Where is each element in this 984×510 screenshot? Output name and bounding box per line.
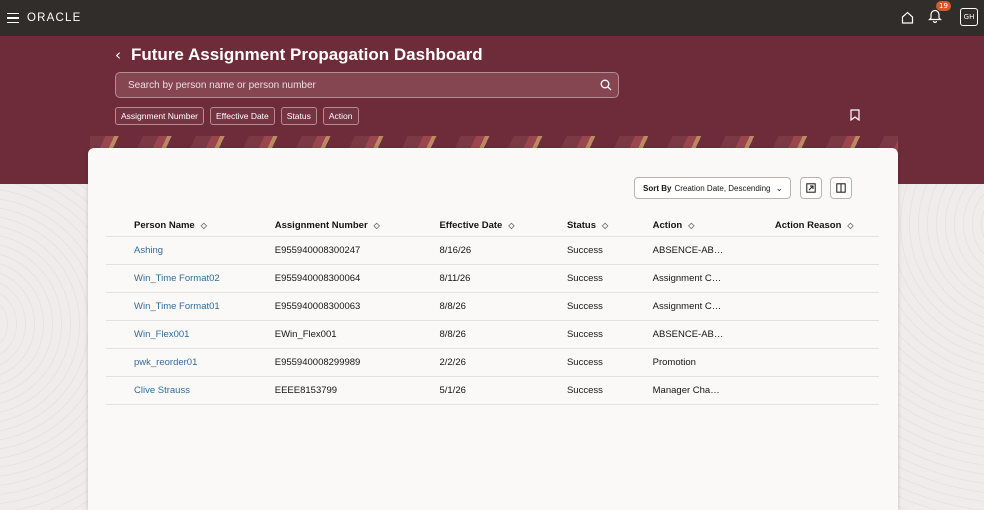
background-decoration-right (898, 184, 984, 510)
home-icon[interactable] (901, 11, 914, 24)
table-row[interactable]: Win_Flex001 EWin_Flex001 8/8/26 Success … (106, 320, 879, 349)
sort-icon: ◇ (508, 220, 515, 230)
action-reason-cell (746, 320, 879, 349)
sort-icon: ◇ (200, 220, 207, 230)
menu-icon[interactable] (7, 12, 19, 24)
column-header-action-reason[interactable]: Action Reason ◇ (746, 214, 879, 237)
sort-icon: ◇ (688, 220, 695, 230)
status-cell: Success (538, 236, 625, 265)
filter-chips: Assignment Number Effective Date Status … (115, 107, 359, 125)
filter-chip-status[interactable]: Status (280, 107, 317, 125)
assignment-number-cell: EEEE8153799 (246, 376, 412, 405)
column-header-effective-date[interactable]: Effective Date ◇ (411, 214, 539, 237)
assignment-number-cell: E955940008300247 (246, 236, 412, 265)
action-cell: ABSENCE-AB… (624, 236, 747, 265)
action-reason-cell (746, 292, 879, 321)
global-header: ORACLE 19 GH (0, 0, 984, 36)
page-header: ‹ Future Assignment Propagation Dashboar… (115, 45, 483, 65)
assignment-number-cell: E955940008300064 (246, 264, 412, 293)
action-cell: Assignment C… (624, 264, 747, 293)
action-reason-cell (746, 264, 879, 293)
table-row[interactable]: Win_Time Format01 E955940008300063 8/8/2… (106, 292, 879, 321)
page-title: Future Assignment Propagation Dashboard (131, 45, 483, 64)
assignment-number-cell: E955940008300063 (246, 292, 412, 321)
table-header-row: Person Name ◇ Assignment Number ◇ Effectiv… (106, 214, 879, 237)
effective-date-cell: 8/11/26 (411, 264, 539, 293)
filter-chip-assignment-number[interactable]: Assignment Number (115, 107, 205, 125)
status-cell: Success (538, 348, 625, 377)
background-decoration-left (0, 184, 88, 510)
assignment-number-cell: EWin_Flex001 (246, 320, 412, 349)
table-row[interactable]: Clive Strauss EEEE8153799 5/1/26 Success… (106, 376, 879, 405)
effective-date-cell: 8/8/26 (411, 292, 539, 321)
export-icon (806, 183, 816, 193)
sort-icon: ◇ (847, 220, 854, 230)
columns-icon (836, 183, 846, 193)
status-cell: Success (538, 264, 625, 293)
export-button[interactable] (800, 177, 822, 199)
search-bar[interactable] (115, 72, 619, 98)
table-row[interactable]: Win_Time Format02 E955940008300064 8/11/… (106, 264, 879, 293)
bookmark-icon[interactable] (850, 109, 860, 121)
notifications-button[interactable]: 19 (928, 1, 951, 26)
table-row[interactable]: pwk_reorder01 E955940008299989 2/2/26 Su… (106, 348, 879, 377)
column-header-action[interactable]: Action ◇ (624, 214, 747, 237)
person-name-link[interactable]: Win_Time Format02 (134, 273, 220, 284)
oracle-logo: ORACLE (27, 12, 82, 24)
action-cell: Assignment C… (624, 292, 747, 321)
action-reason-cell (746, 376, 879, 405)
results-card: Sort By Creation Date, Descending ⌄ Pers… (88, 148, 898, 510)
status-cell: Success (538, 320, 625, 349)
effective-date-cell: 8/16/26 (411, 236, 539, 265)
notification-badge: 19 (936, 1, 951, 11)
column-header-status[interactable]: Status ◇ (538, 214, 625, 237)
sort-label: Sort By (643, 183, 672, 193)
assignment-table: Person Name ◇ Assignment Number ◇ Effectiv… (106, 214, 879, 405)
back-icon[interactable]: ‹ (115, 46, 121, 64)
assignment-number-cell: E955940008299989 (246, 348, 412, 377)
columns-button[interactable] (830, 177, 852, 199)
person-name-link[interactable]: Win_Flex001 (134, 329, 189, 340)
effective-date-cell: 8/8/26 (411, 320, 539, 349)
person-name-link[interactable]: pwk_reorder01 (134, 357, 197, 368)
person-name-link[interactable]: Win_Time Format01 (134, 301, 220, 312)
status-cell: Success (538, 292, 625, 321)
effective-date-cell: 2/2/26 (411, 348, 539, 377)
filter-chip-effective-date[interactable]: Effective Date (210, 107, 275, 125)
action-reason-cell (746, 348, 879, 377)
action-cell: ABSENCE-AB… (624, 320, 747, 349)
filter-chip-action[interactable]: Action (322, 107, 359, 125)
sort-value: Creation Date, Descending (674, 183, 771, 193)
action-cell: Manager Cha… (624, 376, 747, 405)
effective-date-cell: 5/1/26 (411, 376, 539, 405)
sort-dropdown[interactable]: Sort By Creation Date, Descending ⌄ (634, 177, 791, 199)
sort-icon: ◇ (602, 220, 609, 230)
user-avatar[interactable]: GH (960, 8, 978, 26)
chevron-down-icon: ⌄ (775, 182, 783, 193)
table-row[interactable]: Ashing E955940008300247 8/16/26 Success … (106, 236, 879, 265)
sort-icon: ◇ (373, 220, 380, 230)
search-icon[interactable] (594, 73, 618, 97)
column-header-person-name[interactable]: Person Name ◇ (106, 214, 247, 237)
action-reason-cell (746, 236, 879, 265)
column-header-assignment-number[interactable]: Assignment Number ◇ (246, 214, 412, 237)
search-input[interactable] (126, 78, 594, 92)
person-name-link[interactable]: Clive Strauss (134, 385, 190, 396)
status-cell: Success (538, 376, 625, 405)
person-name-link[interactable]: Ashing (134, 245, 163, 256)
action-cell: Promotion (624, 348, 747, 377)
